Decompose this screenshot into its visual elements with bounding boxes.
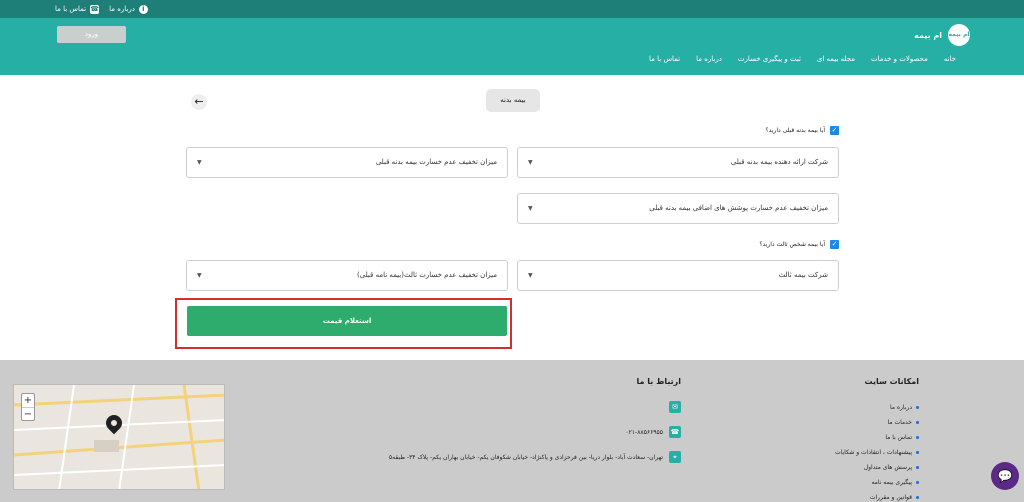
arrow-left-icon[interactable]: ← [191, 94, 207, 110]
brand[interactable]: ام بیمه ام بیمه [914, 24, 970, 46]
zoom-in-icon[interactable]: + [22, 394, 34, 407]
contact-title: ارتباط با ما [636, 377, 681, 386]
contact-phone[interactable]: ☎ ۰۲۱-۸۸۵۶۶۹۵۵ [625, 426, 681, 438]
tab-body-insurance[interactable]: بیمه بدنه [486, 89, 540, 112]
chevron-down-icon: ▼ [197, 159, 202, 166]
top-link-about-label: درباره ما [109, 5, 135, 13]
site-links-list: درباره ما خدمات ما تماس با ما پیشنهادات … [835, 400, 919, 502]
site-features-title: امکانات سایت [864, 377, 919, 386]
third-discount-select[interactable]: میزان تخفیف عدم خسارت ثالث(بیمه نامه قبل… [186, 260, 508, 291]
login-button[interactable]: ورود [57, 26, 126, 43]
top-link-contact[interactable]: ☎ تماس با ما [55, 4, 100, 14]
location-map[interactable]: + − [13, 384, 225, 490]
footer-link-services[interactable]: خدمات ما [835, 415, 919, 430]
top-strip: i درباره ما ☎ تماس با ما [0, 0, 1024, 18]
brand-logo: ام بیمه [948, 24, 970, 46]
top-links: i درباره ما ☎ تماس با ما [55, 0, 148, 18]
third-insurer-placeholder: شرکت بیمه ثالث [778, 271, 828, 279]
nav-magazine[interactable]: مجله بیمه ای [817, 55, 855, 63]
third-discount-placeholder: میزان تخفیف عدم خسارت ثالث(بیمه نامه قبل… [357, 271, 497, 279]
prev-insurer-select[interactable]: شرکت ارائه دهنده بیمه بدنه قبلی ▼ [517, 147, 839, 178]
footer-link-rules[interactable]: قوانین و مقررات [835, 490, 919, 502]
chevron-down-icon: ▼ [528, 159, 533, 166]
footer-link-tracking[interactable]: پیگیری بیمه نامه [835, 475, 919, 490]
brand-name: ام بیمه [914, 30, 942, 40]
checkbox-checked-icon[interactable]: ✓ [830, 240, 839, 249]
footer-link-faq[interactable]: پرسش های متداول [835, 460, 919, 475]
phone-icon: ☎ [90, 4, 100, 14]
top-link-about[interactable]: i درباره ما [109, 4, 148, 14]
footer-link-label: پیشنهادات ، انتقادات و شکایات [834, 449, 912, 456]
chevron-down-icon: ▼ [197, 272, 202, 279]
extra-discount-placeholder: میزان تخفیف عدم خسارت پوشش های اضافی بیم… [649, 204, 828, 212]
bullet-icon [916, 436, 919, 439]
bullet-icon [916, 496, 919, 499]
third-party-question-label: آیا بیمه شخص ثالث دارید؟ [759, 241, 825, 248]
top-link-contact-label: تماس با ما [55, 5, 87, 13]
contact-email[interactable]: ✉ [669, 401, 681, 413]
prev-insurer-placeholder: شرکت ارائه دهنده بیمه بدنه قبلی [730, 158, 828, 166]
footer-link-label: پیگیری بیمه نامه [871, 479, 912, 486]
bullet-icon [916, 466, 919, 469]
body-discount-placeholder: میزان تخفیف عدم خسارت بیمه بدنه قبلی [375, 158, 497, 166]
site-header: ورود ام بیمه ام بیمه خانه محصولات و خدما… [0, 18, 1024, 75]
footer-link-label: پرسش های متداول [863, 464, 912, 471]
email-icon: ✉ [669, 401, 681, 413]
bullet-icon [916, 406, 919, 409]
contact-address-text: تهران- سعادت آباد- بلوار دریا- بین فرحزا… [388, 453, 663, 461]
contact-address: ⌖ تهران- سعادت آباد- بلوار دریا- بین فرح… [389, 451, 681, 463]
third-party-question[interactable]: ✓ آیا بیمه شخص ثالث دارید؟ [759, 240, 839, 249]
bullet-icon [916, 421, 919, 424]
footer-link-label: قوانین و مقررات [869, 494, 912, 501]
footer-link-label: درباره ما [889, 404, 912, 411]
nav-products[interactable]: محصولات و خدمات [871, 55, 928, 63]
main-nav: خانه محصولات و خدمات مجله بیمه ای ثبت و … [649, 55, 956, 63]
map-zoom-controls: + − [21, 393, 35, 421]
nav-claims[interactable]: ثبت و پیگیری خسارت [738, 55, 801, 63]
nav-about[interactable]: درباره ما [696, 55, 722, 63]
price-inquiry-button[interactable]: استعلام قیمت [187, 306, 507, 336]
prev-body-question[interactable]: ✓ آیا بیمه بدنه قبلی دارید؟ [765, 126, 839, 135]
nav-home[interactable]: خانه [944, 55, 956, 63]
chevron-down-icon: ▼ [528, 205, 533, 212]
contact-phone-number: ۰۲۱-۸۸۵۶۶۹۵۵ [625, 428, 663, 436]
footer-link-label: تماس با ما [885, 434, 912, 441]
chat-icon[interactable]: 💬 [991, 462, 1019, 490]
bullet-icon [916, 481, 919, 484]
footer-link-contact[interactable]: تماس با ما [835, 430, 919, 445]
footer-link-feedback[interactable]: پیشنهادات ، انتقادات و شکایات [835, 445, 919, 460]
footer-link-label: خدمات ما [887, 419, 913, 426]
nav-contact[interactable]: تماس با ما [649, 55, 680, 63]
info-icon: i [138, 4, 148, 14]
chevron-down-icon: ▼ [528, 272, 533, 279]
third-insurer-select[interactable]: شرکت بیمه ثالث ▼ [517, 260, 839, 291]
body-discount-select[interactable]: میزان تخفیف عدم خسارت بیمه بدنه قبلی ▼ [186, 147, 508, 178]
map-streets [14, 385, 224, 489]
footer-link-about[interactable]: درباره ما [835, 400, 919, 415]
zoom-out-icon[interactable]: − [22, 407, 34, 420]
checkbox-checked-icon[interactable]: ✓ [830, 126, 839, 135]
location-icon: ⌖ [669, 451, 681, 463]
extra-discount-select[interactable]: میزان تخفیف عدم خسارت پوشش های اضافی بیم… [517, 193, 839, 224]
phone-icon: ☎ [669, 426, 681, 438]
prev-body-question-label: آیا بیمه بدنه قبلی دارید؟ [765, 127, 825, 134]
bullet-icon [916, 451, 919, 454]
